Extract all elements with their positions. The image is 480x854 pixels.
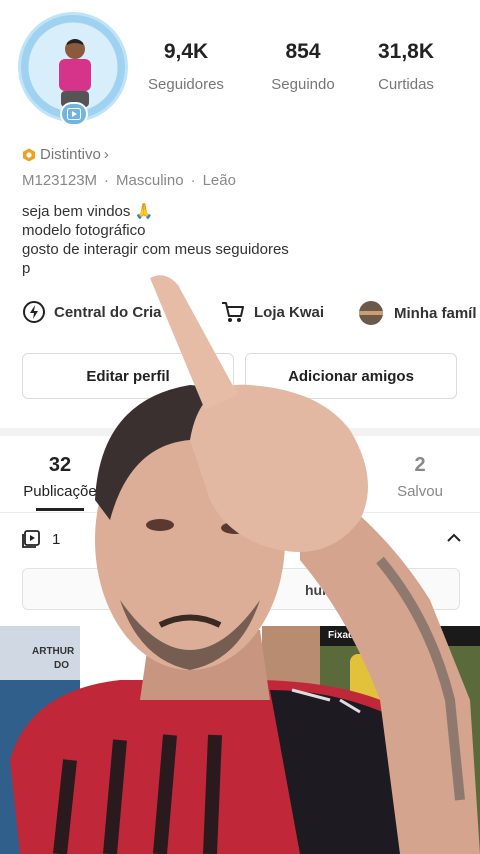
likes-count: 31,8K bbox=[377, 40, 435, 63]
my-family-link[interactable]: Minha famíl bbox=[358, 300, 477, 326]
following-stat[interactable]: 854 Seguindo bbox=[253, 40, 353, 93]
following-label: Seguindo bbox=[271, 76, 335, 93]
publications-label: Publicaçõe bbox=[23, 483, 97, 500]
shortcut-bar: Central do Cria Loja Kwai Minha famíl bbox=[22, 300, 480, 328]
saved-count: 2 bbox=[414, 454, 426, 476]
tab-publications[interactable]: 32 Publicaçõe bbox=[0, 454, 120, 500]
badge-label: Distintivo bbox=[40, 146, 101, 163]
my-family-label: Minha famíl bbox=[394, 304, 477, 322]
separator: · bbox=[104, 172, 110, 189]
tab-saved[interactable]: 2 Salvou bbox=[360, 454, 480, 500]
video-thumbnail-pinned[interactable]: Fixado no to bbox=[320, 626, 480, 854]
saved-label: Salvou bbox=[397, 483, 443, 500]
thumbnail-image bbox=[350, 654, 430, 714]
add-friends-button[interactable]: Adicionar amigos bbox=[245, 353, 457, 399]
likes-stat[interactable]: 31,8K Curtidas bbox=[356, 40, 456, 93]
avatar-person-figure bbox=[59, 39, 91, 107]
creator-center-label: Central do Cria bbox=[54, 303, 162, 321]
bio-line: p bbox=[22, 260, 31, 277]
hexagon-badge-icon bbox=[23, 148, 35, 161]
pinned-label: Fixado no to bbox=[328, 630, 388, 641]
shopping-cart-icon bbox=[222, 302, 244, 322]
active-tab-indicator bbox=[36, 508, 84, 511]
profile-avatar[interactable] bbox=[18, 12, 128, 128]
followers-label: Seguidores bbox=[148, 76, 224, 93]
chevron-up-icon[interactable] bbox=[446, 532, 462, 544]
video-thumbnail[interactable] bbox=[262, 626, 320, 854]
video-play-badge-icon bbox=[60, 102, 88, 126]
thumbnail-label: ARTHUR bbox=[32, 646, 75, 657]
bio-line: seja bem vindos 🙏 bbox=[22, 203, 154, 220]
bio-line: gosto de interagir com meus seguidores bbox=[22, 241, 289, 258]
play-icon bbox=[330, 818, 342, 832]
profile-bio: seja bem vindos 🙏 modelo fotográfico gos… bbox=[22, 202, 289, 278]
profile-meta: M123123M · Masculino · Leão bbox=[22, 172, 236, 189]
playlist-count: 1 bbox=[52, 531, 61, 548]
section-divider bbox=[0, 428, 480, 436]
family-avatar-icon bbox=[359, 301, 383, 325]
distinctive-badge-link[interactable]: Distintivo › bbox=[22, 146, 109, 163]
playlist-icon bbox=[22, 530, 40, 548]
gender-label: Masculino bbox=[116, 172, 184, 189]
user-id: M123123M bbox=[22, 172, 98, 189]
kwai-shop-link[interactable]: Loja Kwai bbox=[220, 300, 324, 324]
tabs-divider bbox=[0, 512, 480, 513]
lightning-circle-icon bbox=[23, 301, 45, 323]
zodiac-label: Leão bbox=[202, 172, 236, 189]
likes-label: Curtidas bbox=[378, 76, 434, 93]
followers-stat[interactable]: 9,4K Seguidores bbox=[136, 40, 236, 93]
separator: · bbox=[190, 172, 196, 189]
video-thumbnail[interactable]: ARTHUR DO bbox=[0, 626, 80, 854]
creator-center-link[interactable]: Central do Cria bbox=[22, 300, 162, 324]
playlist-row[interactable]: 1 bbox=[22, 528, 462, 552]
search-text: hurilohu bbox=[305, 582, 361, 598]
publications-count: 32 bbox=[48, 454, 72, 476]
chevron-right-icon: › bbox=[103, 146, 109, 163]
playlist-search-bar[interactable]: hurilohu bbox=[22, 568, 460, 610]
thumbnail-sublabel: DO bbox=[54, 660, 69, 671]
bio-line: modelo fotográfico bbox=[22, 222, 146, 239]
following-count: 854 bbox=[285, 40, 321, 63]
kwai-shop-label: Loja Kwai bbox=[254, 303, 325, 321]
edit-profile-button[interactable]: Editar perfil bbox=[22, 353, 234, 399]
followers-count: 9,4K bbox=[163, 40, 209, 63]
